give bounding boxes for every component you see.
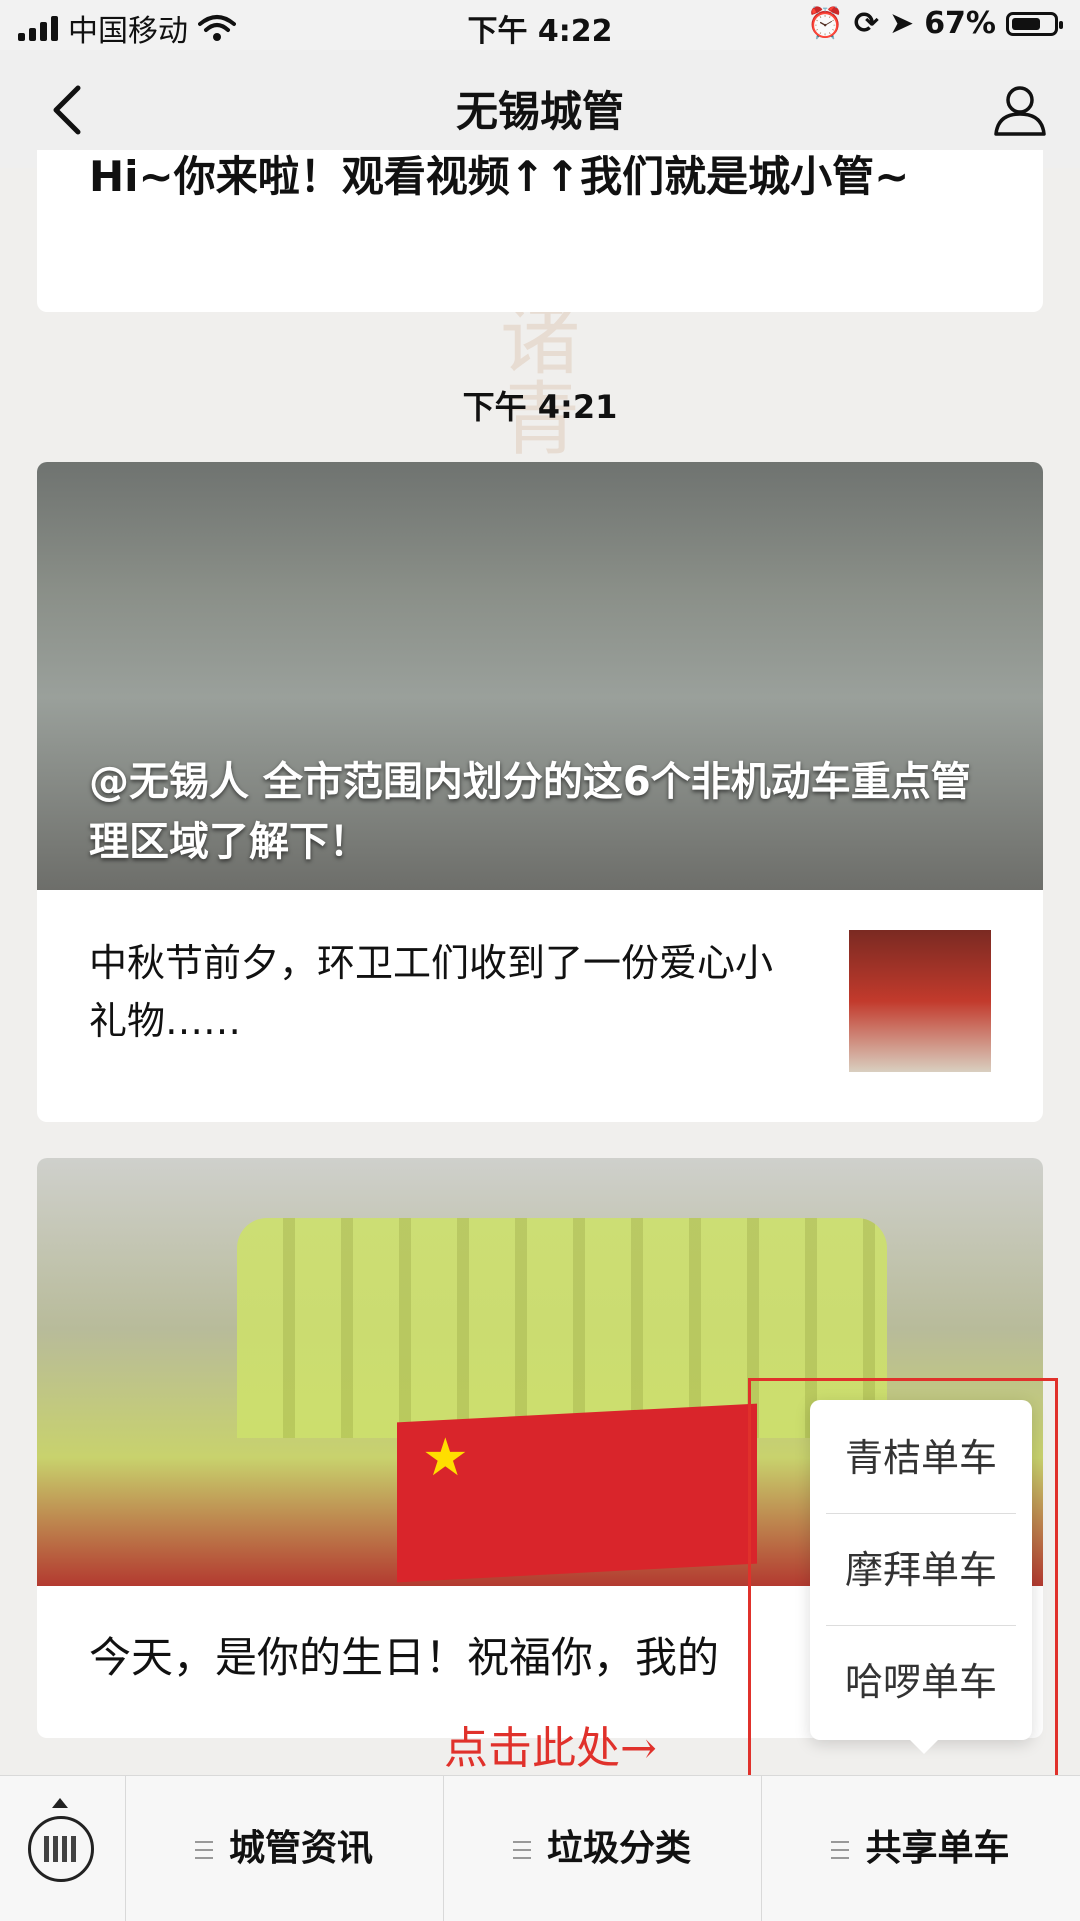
article-card: @无锡人 全市范围内划分的这6个非机动车重点管理区域了解下！ 中秋节前夕，环卫工… (37, 462, 1043, 1122)
message-timestamp: 下午 4:21 (462, 388, 618, 426)
status-bar: 中国移动 下午 4:22 ⏰ ⟳ ➤ 67% (0, 0, 1080, 50)
caret-up-icon (52, 1798, 68, 1808)
page-title: 无锡城管 (455, 87, 624, 136)
keyboard-toggle-button[interactable] (0, 1776, 126, 1921)
menu-shared-bikes[interactable]: 共享单车 (761, 1776, 1080, 1921)
article-headline: @无锡人 全市范围内划分的这6个非机动车重点管理区域了解下！ (89, 759, 971, 865)
keyboard-keys-icon (44, 1836, 78, 1862)
battery-percent: 67% (924, 6, 996, 41)
menu-label: 城管资讯 (228, 1828, 373, 1869)
article-sub-item[interactable]: 中秋节前夕，环卫工们收到了一份爱心小礼物…… (37, 890, 1043, 1122)
menu-lines-icon (194, 1841, 213, 1859)
profile-icon[interactable] (990, 80, 1050, 140)
article-thumbnail (849, 930, 991, 1072)
menu-label: 共享单车 (865, 1828, 1010, 1869)
article-sub-title: 中秋节前夕，环卫工们收到了一份爱心小礼物…… (89, 941, 774, 1043)
menu-garbage-sorting[interactable]: 垃圾分类 (443, 1776, 762, 1921)
menu-lines-icon (831, 1841, 850, 1859)
location-icon: ➤ (889, 6, 915, 41)
rotation-lock-icon: ⟳ (853, 6, 880, 41)
click-here-hint: 点击此处→ (444, 1723, 657, 1774)
welcome-message-card[interactable]: Hi~你来啦！观看视频↑↑我们就是城小管~ (37, 150, 1043, 312)
background-watermark: 诸青 (500, 293, 580, 466)
alarm-icon: ⏰ (806, 6, 844, 41)
star-icon: ★ (422, 1428, 469, 1488)
menu-lines-icon (512, 1841, 531, 1859)
welcome-message-text: Hi~你来啦！观看视频↑↑我们就是城小管~ (89, 152, 910, 201)
article-hero-image[interactable]: @无锡人 全市范围内划分的这6个非机动车重点管理区域了解下！ (37, 462, 1043, 890)
article-2-title: 今天，是你的生日！祝福你，我的 (89, 1633, 720, 1682)
status-right: ⏰ ⟳ ➤ 67% (806, 6, 1063, 41)
menu-label: 垃圾分类 (546, 1828, 691, 1869)
bottom-menu-bar: 城管资讯 垃圾分类 共享单车 (0, 1775, 1080, 1921)
menu-chengguan-news[interactable]: 城管资讯 (125, 1776, 444, 1921)
battery-icon (1006, 11, 1063, 36)
